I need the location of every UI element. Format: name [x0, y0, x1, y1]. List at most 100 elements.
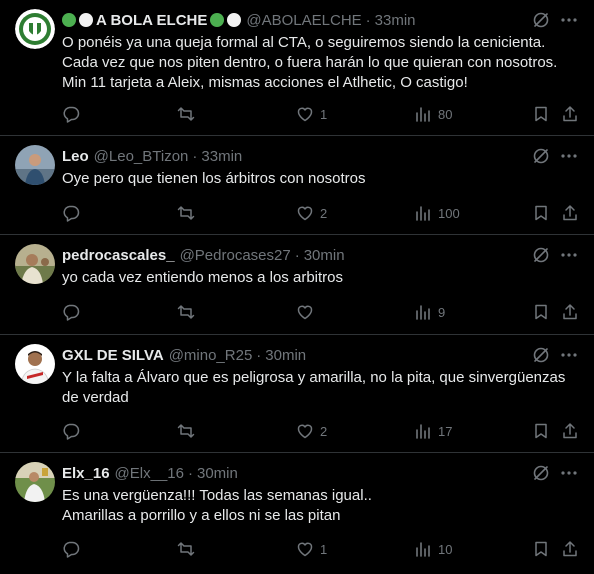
- repost-button[interactable]: [177, 104, 201, 124]
- like-button[interactable]: 2: [296, 421, 327, 441]
- handle[interactable]: @ABOLAELCHE: [246, 12, 361, 29]
- bookmark-button[interactable]: [532, 203, 550, 223]
- tweet[interactable]: A BOLA ELCHE @ABOLAELCHE · 33min O ponéi…: [0, 0, 594, 136]
- views-button[interactable]: 9: [414, 302, 445, 322]
- views-button[interactable]: 80: [414, 104, 452, 124]
- handle[interactable]: @Elx__16: [115, 465, 184, 482]
- reply-button[interactable]: [62, 302, 86, 322]
- tweet-header: Elx_16 @Elx__16 · 30min: [62, 463, 524, 483]
- repost-button[interactable]: [177, 539, 201, 559]
- reply-button[interactable]: [62, 104, 86, 124]
- views-button[interactable]: 10: [414, 539, 452, 559]
- tweet[interactable]: Leo @Leo_BTizon · 33min Oye pero que tie…: [0, 136, 594, 235]
- more-options-icon[interactable]: [560, 147, 578, 165]
- avatar[interactable]: [15, 9, 55, 49]
- timestamp[interactable]: 30min: [304, 247, 345, 264]
- bookmark-button[interactable]: [532, 104, 550, 124]
- view-count: 100: [438, 205, 460, 221]
- avatar[interactable]: [15, 344, 55, 384]
- reply-icon: [63, 541, 80, 558]
- tweet[interactable]: Elx_16 @Elx__16 · 30min Es una vergüenza…: [0, 453, 594, 574]
- repost-button[interactable]: [177, 421, 201, 441]
- display-name[interactable]: Elx_16: [62, 465, 110, 482]
- share-button[interactable]: [561, 539, 579, 559]
- reply-button[interactable]: [62, 539, 86, 559]
- repost-button[interactable]: [177, 302, 201, 322]
- display-name[interactable]: pedrocascales_: [62, 247, 175, 264]
- share-button[interactable]: [561, 104, 579, 124]
- display-name[interactable]: A BOLA ELCHE: [62, 11, 242, 29]
- like-count: 2: [320, 423, 328, 439]
- avatar[interactable]: [15, 244, 55, 284]
- view-count: 17: [438, 423, 453, 439]
- heart-icon: [297, 424, 313, 439]
- handle[interactable]: @mino_R25: [169, 347, 253, 364]
- separator-dot: ·: [192, 147, 198, 165]
- handle[interactable]: @Pedrocases27: [180, 247, 291, 264]
- display-name[interactable]: Leo: [62, 148, 89, 165]
- reply-button[interactable]: [62, 203, 86, 223]
- timestamp[interactable]: 30min: [265, 347, 306, 364]
- reply-button[interactable]: [62, 421, 86, 441]
- reply-icon: [63, 304, 80, 321]
- grok-icon[interactable]: [532, 464, 550, 482]
- share-button[interactable]: [561, 203, 579, 223]
- display-name[interactable]: GXL DE SILVA: [62, 347, 164, 364]
- bookmark-button[interactable]: [532, 302, 550, 322]
- bookmark-button[interactable]: [532, 539, 550, 559]
- more-options-icon[interactable]: [560, 246, 578, 264]
- heart-icon: [297, 542, 313, 557]
- person-photo-icon: [15, 244, 55, 284]
- like-button[interactable]: 2: [296, 203, 327, 223]
- more-options-icon[interactable]: [560, 346, 578, 364]
- more-options-icon[interactable]: [560, 11, 578, 29]
- reply-icon: [63, 205, 80, 222]
- tweet[interactable]: GXL DE SILVA @mino_R25 · 30min Y la falt…: [0, 335, 594, 453]
- display-name-text: A BOLA ELCHE: [96, 11, 208, 29]
- club-crest-icon: [15, 9, 55, 49]
- views-button[interactable]: 100: [414, 203, 460, 223]
- views-chart-icon: [416, 107, 430, 122]
- heart-icon: [297, 107, 313, 122]
- share-icon: [563, 304, 577, 320]
- person-photo-icon: [15, 462, 55, 502]
- action-bar: 1 80: [62, 104, 580, 124]
- white-circle-emoji-icon: [227, 13, 242, 27]
- timestamp[interactable]: 30min: [197, 465, 238, 482]
- share-button[interactable]: [561, 302, 579, 322]
- like-button[interactable]: 1: [296, 539, 327, 559]
- views-chart-icon: [416, 424, 430, 439]
- grok-icon[interactable]: [532, 346, 550, 364]
- timestamp[interactable]: 33min: [375, 12, 416, 29]
- heart-icon: [297, 305, 313, 320]
- bookmark-button[interactable]: [532, 421, 550, 441]
- views-chart-icon: [416, 305, 430, 320]
- tweet[interactable]: pedrocascales_ @Pedrocases27 · 30min yo …: [0, 235, 594, 335]
- avatar[interactable]: [15, 462, 55, 502]
- separator-dot: ·: [187, 464, 193, 482]
- grok-icon[interactable]: [532, 11, 550, 29]
- like-button[interactable]: 1: [296, 104, 327, 124]
- tweet-header: GXL DE SILVA @mino_R25 · 30min: [62, 345, 524, 365]
- action-bar: 9: [62, 302, 580, 322]
- heart-icon: [297, 206, 313, 221]
- more-options-icon[interactable]: [560, 464, 578, 482]
- avatar[interactable]: [15, 145, 55, 185]
- repost-button[interactable]: [177, 203, 201, 223]
- reply-icon: [63, 423, 80, 440]
- views-button[interactable]: 17: [414, 421, 452, 441]
- timestamp[interactable]: 33min: [201, 148, 242, 165]
- tweet-header: A BOLA ELCHE @ABOLAELCHE · 33min: [62, 10, 524, 30]
- bookmark-icon: [535, 423, 547, 439]
- grok-icon[interactable]: [532, 147, 550, 165]
- grok-icon[interactable]: [532, 246, 550, 264]
- repost-icon: [177, 206, 195, 220]
- handle[interactable]: @Leo_BTizon: [94, 148, 189, 165]
- bookmark-icon: [535, 205, 547, 221]
- view-count: 10: [438, 541, 453, 557]
- share-button[interactable]: [561, 421, 579, 441]
- separator-dot: ·: [365, 11, 371, 29]
- view-count: 9: [438, 304, 446, 320]
- tweet-header: pedrocascales_ @Pedrocases27 · 30min: [62, 245, 524, 265]
- like-button[interactable]: [296, 302, 320, 322]
